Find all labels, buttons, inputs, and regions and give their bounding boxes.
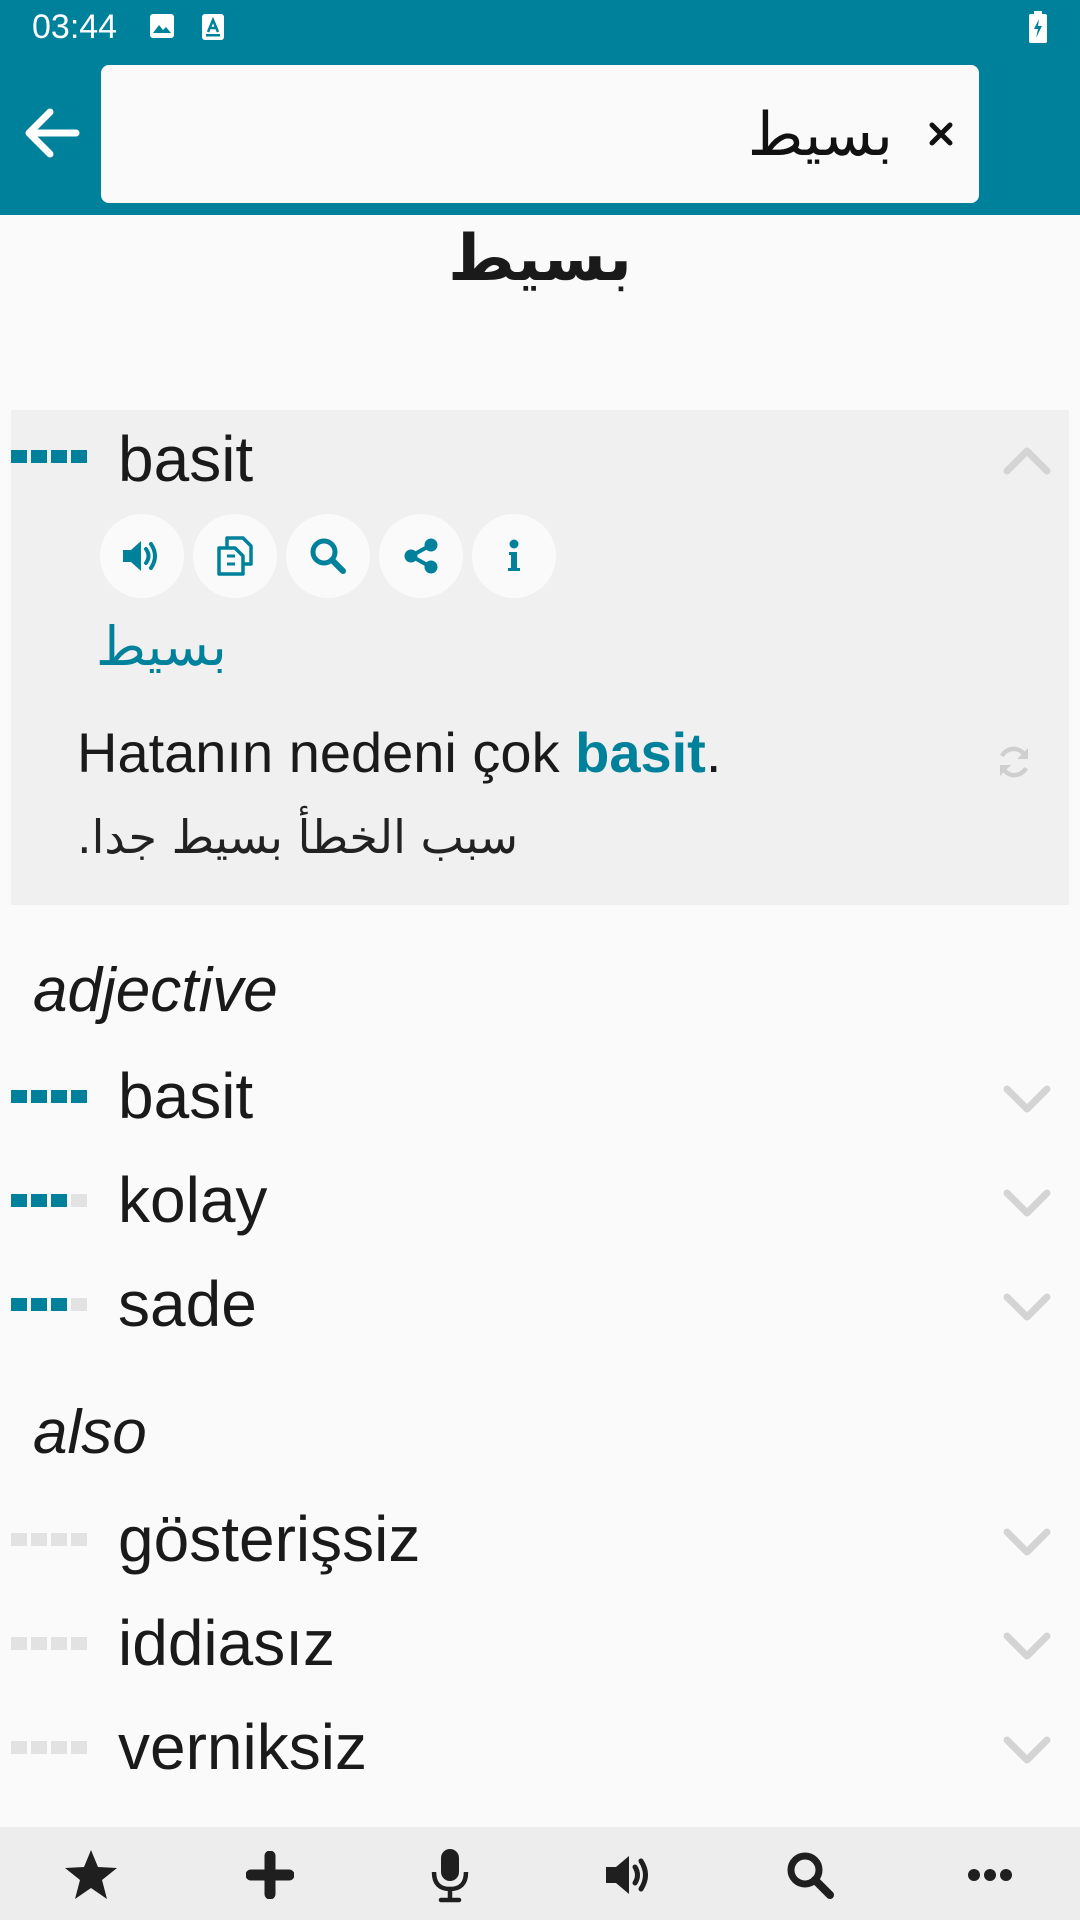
search-button[interactable] [286,514,370,598]
headword: بسيط [448,222,632,296]
example-translation: سبب الخطأ بسيط جدا. [77,810,519,864]
chevron-down-icon[interactable] [1003,1630,1051,1662]
translation-term[interactable]: basit [118,422,253,496]
translation-term: iddiasız [118,1607,335,1679]
translation-row[interactable]: verniksiz [0,1698,1080,1798]
app-bar [0,55,1080,215]
bottom-toolbar [0,1827,1080,1920]
more-icon [968,1869,1012,1881]
favorites-button[interactable] [61,1845,121,1905]
translation-row[interactable]: gösterişsiz [0,1490,1080,1590]
chevron-up-icon[interactable] [1003,444,1051,476]
chevron-down-icon[interactable] [1003,1526,1051,1558]
chevron-down-icon[interactable] [1003,1291,1051,1323]
image-notification-icon [150,14,174,38]
translation-row[interactable]: iddiasız [0,1594,1080,1694]
pronounce-button[interactable] [100,514,184,598]
frequency-indicator [11,1741,87,1754]
add-button[interactable] [240,1845,300,1905]
chevron-down-icon[interactable] [1003,1187,1051,1219]
clear-search-icon[interactable] [919,112,963,156]
info-button[interactable] [472,514,556,598]
translation-term: kolay [118,1164,268,1236]
search-icon [787,1852,834,1899]
voice-input-button[interactable] [420,1845,480,1905]
translation-term: verniksiz [118,1711,367,1783]
search-input[interactable] [121,79,895,191]
frequency-indicator [11,1090,87,1103]
action-buttons [100,514,556,598]
share-icon [404,538,438,574]
section-label-adjective: adjective [33,956,278,1025]
speaker-icon [606,1856,648,1894]
copy-icon [217,536,253,576]
speak-button[interactable] [600,1845,660,1905]
refresh-example-icon[interactable] [994,742,1034,782]
example-sentence: Hatanın nedeni çok basit. [77,720,721,785]
translation-row[interactable]: sade [0,1255,1080,1355]
translation-term: basit [118,1060,254,1132]
microphone-icon [431,1849,469,1903]
frequency-indicator [11,1637,87,1650]
expanded-translation-card: basit بسيط Hatanın nedeni çok basit. سبب… [11,410,1069,905]
example-text: Hatanın nedeni çok [77,721,576,784]
speaker-icon [123,541,157,571]
copy-button[interactable] [193,514,277,598]
translation-term: sade [118,1268,257,1340]
search-nav-button[interactable] [780,1845,840,1905]
chevron-down-icon[interactable] [1003,1083,1051,1115]
source-word: بسيط [96,615,227,678]
translation-row[interactable]: kolay [0,1151,1080,1251]
search-box [101,65,979,203]
search-icon [310,538,346,574]
frequency-indicator [11,1298,87,1311]
plus-icon [246,1851,294,1899]
more-button[interactable] [960,1845,1020,1905]
battery-charging-icon [1029,11,1047,43]
status-bar: 03:44 [0,0,1080,55]
star-icon [65,1850,117,1899]
back-arrow-icon[interactable] [18,98,88,168]
translation-term: gösterişsiz [118,1503,421,1575]
info-icon [508,539,520,571]
example-punct: . [705,721,722,784]
frequency-indicator [11,1194,87,1207]
example-highlight: basit [575,721,706,784]
app-notification-icon [202,14,224,40]
list-overflow-edge [0,1800,1080,1827]
chevron-down-icon[interactable] [1003,1734,1051,1766]
section-label-also: also [33,1398,147,1467]
translation-row[interactable]: basit [0,1047,1080,1147]
frequency-indicator [11,1533,87,1546]
status-time: 03:44 [32,8,118,46]
frequency-indicator [11,450,87,463]
share-button[interactable] [379,514,463,598]
